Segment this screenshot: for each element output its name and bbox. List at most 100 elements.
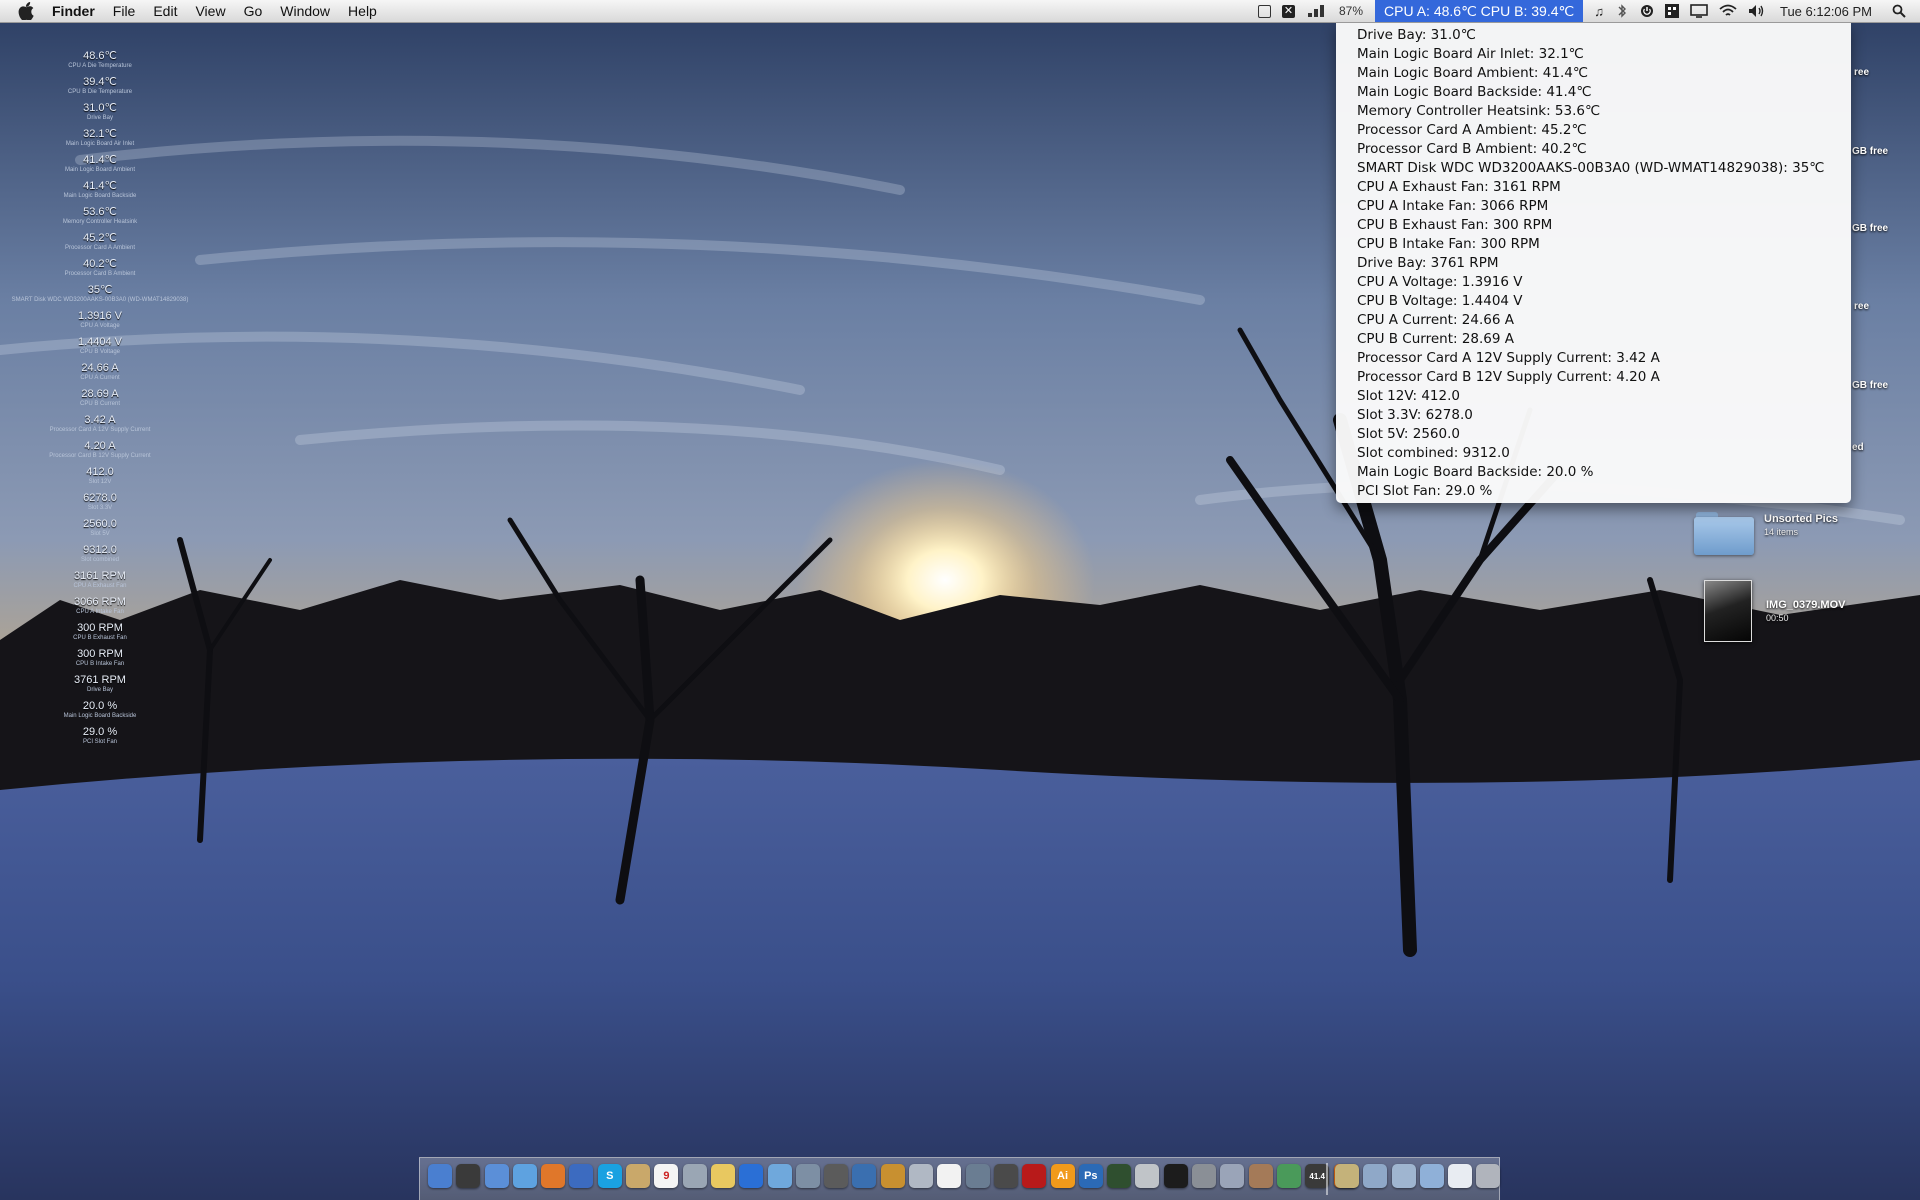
menu-item[interactable]: Slot combined: 9312.0 — [1336, 444, 1851, 463]
menu-item[interactable]: Slot 5V: 2560.0 — [1336, 425, 1851, 444]
preview-icon[interactable] — [682, 1164, 707, 1188]
menu-item[interactable]: CPU A Current: 24.66 A — [1336, 311, 1851, 330]
menu-item[interactable]: Main Logic Board Air Inlet: 32.1℃ — [1336, 45, 1851, 64]
volume-icon[interactable] — [1748, 0, 1766, 22]
menu-item[interactable]: Memory Controller Heatsink: 53.6℃ — [1336, 102, 1851, 121]
photoshop-icon[interactable]: Ps — [1078, 1164, 1103, 1188]
wifi-signal-icon[interactable] — [1306, 0, 1328, 22]
menu-item[interactable]: Main Logic Board Backside: 20.0 % — [1336, 463, 1851, 482]
menu-item[interactable]: CPU B Voltage: 1.4404 V — [1336, 292, 1851, 311]
garageband-icon[interactable] — [880, 1164, 905, 1188]
menubar-clock[interactable]: Tue 6:12:06 PM — [1780, 0, 1872, 22]
music-note-icon[interactable]: ♫ — [1594, 0, 1604, 22]
menu-item[interactable]: Slot 12V: 412.0 — [1336, 387, 1851, 406]
menu-window[interactable]: Window — [280, 0, 330, 22]
menu-item[interactable]: Drive Bay: 3761 RPM — [1336, 254, 1851, 273]
menu-item[interactable]: CPU B Exhaust Fan: 300 RPM — [1336, 216, 1851, 235]
display-icon[interactable] — [1690, 0, 1708, 22]
menu-item[interactable]: Processor Card B 12V Supply Current: 4.2… — [1336, 368, 1851, 387]
desktop-file-img-0379[interactable]: IMG_0379.MOV 00:50 — [1704, 580, 1845, 642]
stamps-icon[interactable] — [710, 1164, 735, 1188]
system-prefs-icon[interactable] — [1192, 1164, 1217, 1188]
dvd-icon[interactable] — [852, 1164, 877, 1188]
iphoto-icon[interactable] — [795, 1164, 820, 1188]
script-editor-icon[interactable] — [1220, 1164, 1245, 1188]
sensor-reading: 3.42 A Processor Card A 12V Supply Curren… — [0, 414, 200, 440]
menu-item[interactable]: CPU B Intake Fan: 300 RPM — [1336, 235, 1851, 254]
downloads-stack-icon[interactable] — [1391, 1164, 1416, 1188]
applications-stack-icon[interactable] — [1335, 1164, 1359, 1188]
menu-view[interactable]: View — [195, 0, 225, 22]
menu-item[interactable]: Slot 3.3V: 6278.0 — [1336, 406, 1851, 425]
finder-icon[interactable] — [428, 1164, 452, 1188]
numbers-icon[interactable] — [1276, 1164, 1301, 1188]
ical-icon[interactable]: 9 — [654, 1164, 679, 1188]
sensor-reading: 6278.0 Slot 3.3V — [0, 492, 200, 518]
printer-icon[interactable] — [1135, 1164, 1160, 1188]
disk-free-label[interactable]: ree — [1854, 67, 1869, 78]
menu-item[interactable]: CPU A Exhaust Fan: 3161 RPM — [1336, 178, 1851, 197]
power-icon[interactable] — [1640, 0, 1654, 22]
bluetooth-icon[interactable] — [1615, 0, 1629, 22]
address-book-icon[interactable] — [626, 1164, 651, 1188]
quicktime-icon[interactable] — [739, 1164, 764, 1188]
disk-free-label[interactable]: ed — [1852, 442, 1864, 453]
firefox-icon[interactable] — [541, 1164, 566, 1188]
menu-file[interactable]: File — [113, 0, 136, 22]
automator-icon[interactable] — [1248, 1164, 1273, 1188]
menu-help[interactable]: Help — [348, 0, 377, 22]
illustrator-icon[interactable]: Ai — [1050, 1164, 1075, 1188]
wifi-icon[interactable] — [1719, 0, 1737, 22]
imovie-icon[interactable] — [824, 1164, 849, 1188]
mail-stack-icon[interactable] — [1448, 1164, 1473, 1188]
menu-item[interactable]: Main Logic Board Backside: 41.4℃ — [1336, 83, 1851, 102]
ichat-icon[interactable] — [569, 1164, 594, 1188]
skype-icon[interactable]: S — [597, 1164, 622, 1188]
terminal-icon[interactable] — [1163, 1164, 1188, 1188]
disk-free-label[interactable]: GB free — [1852, 223, 1888, 234]
iweb-icon[interactable] — [909, 1164, 934, 1188]
disk-free-label[interactable]: GB free — [1852, 380, 1888, 391]
menu-item[interactable]: SMART Disk WDC WD3200AAKS-00B3A0 (WD-WMA… — [1336, 159, 1851, 178]
acrobat-icon[interactable] — [1022, 1164, 1047, 1188]
documents-stack-icon[interactable] — [1363, 1164, 1388, 1188]
final-cut-icon[interactable] — [993, 1164, 1018, 1188]
x-icon[interactable]: ✕ — [1282, 0, 1295, 22]
screen-icon[interactable] — [1258, 0, 1271, 22]
desktop-folder-unsorted-pics[interactable]: Unsorted Pics 14 items — [1694, 512, 1838, 556]
menu-item[interactable]: CPU A Intake Fan: 3066 RPM — [1336, 197, 1851, 216]
menu-item[interactable]: Main Logic Board Ambient: 41.4℃ — [1336, 64, 1851, 83]
apple-icon[interactable] — [18, 2, 34, 21]
menu-go[interactable]: Go — [244, 0, 263, 22]
sensor-value: 45.2℃ — [83, 232, 117, 244]
mail-icon[interactable] — [484, 1164, 509, 1188]
temperature-menu[interactable]: CPU A: 48.6℃ CPU B: 39.4℃ — [1375, 0, 1584, 22]
sensor-label: Main Logic Board Backside — [63, 193, 137, 199]
trash-icon[interactable] — [1476, 1164, 1501, 1188]
activity-monitor-icon[interactable] — [1107, 1164, 1132, 1188]
battery-percent[interactable]: 87% — [1339, 0, 1363, 22]
sensor-reading: 20.0 % Main Logic Board Backside — [0, 700, 200, 726]
xcode-icon[interactable] — [965, 1164, 990, 1188]
safari-icon[interactable] — [512, 1164, 537, 1188]
menu-item[interactable]: Processor Card A 12V Supply Current: 3.4… — [1336, 349, 1851, 368]
disk-free-label[interactable]: GB free — [1852, 146, 1888, 157]
desktop-item-name: IMG_0379.MOV — [1766, 599, 1846, 611]
menu-item[interactable]: Processor Card B Ambient: 40.2℃ — [1336, 140, 1851, 159]
folder-stack-icon[interactable] — [1419, 1164, 1444, 1188]
sensor-value: 3066 RPM — [74, 596, 126, 608]
menu-item[interactable]: PCI Slot Fan: 29.0 % — [1336, 482, 1851, 501]
textedit-icon[interactable] — [937, 1164, 962, 1188]
spotlight-icon[interactable] — [1892, 0, 1906, 22]
disk-free-label[interactable]: ree — [1854, 301, 1869, 312]
menu-item[interactable]: CPU A Voltage: 1.3916 V — [1336, 273, 1851, 292]
menu-edit[interactable]: Edit — [153, 0, 177, 22]
menu-item[interactable]: CPU B Current: 28.69 A — [1336, 330, 1851, 349]
sensor-reading: 3066 RPM CPU A Intake Fan — [0, 596, 200, 622]
menu-finder[interactable]: Finder — [52, 0, 95, 22]
dashboard-icon[interactable] — [456, 1164, 481, 1188]
menu-item[interactable]: Drive Bay: 31.0℃ — [1336, 26, 1851, 45]
spaces-icon[interactable] — [1664, 0, 1679, 22]
menu-item[interactable]: Processor Card A Ambient: 45.2℃ — [1336, 121, 1851, 140]
itunes-icon[interactable] — [767, 1164, 792, 1188]
